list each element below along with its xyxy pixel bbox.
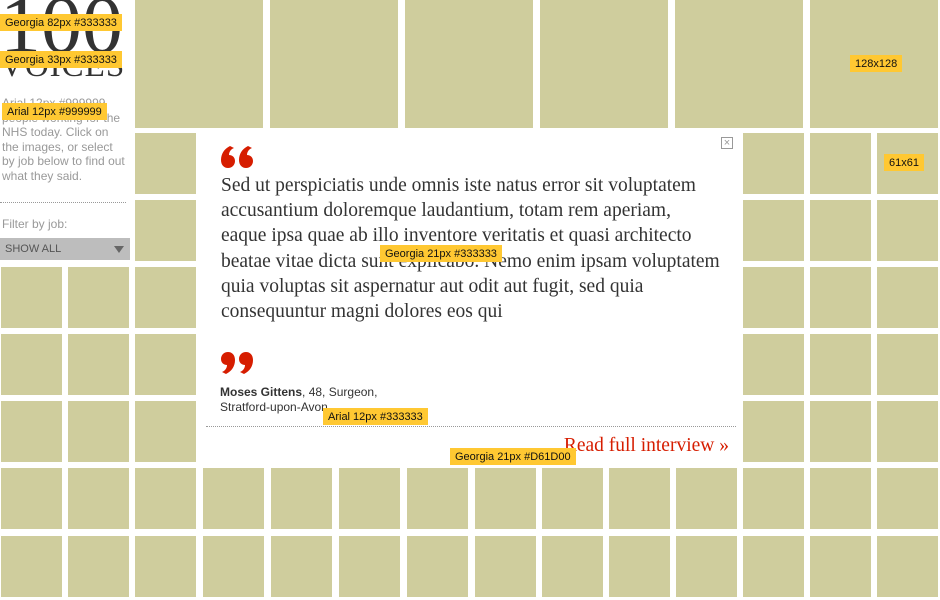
photo-tile[interactable] bbox=[203, 468, 264, 529]
photo-tile[interactable] bbox=[135, 133, 196, 194]
photo-tile[interactable] bbox=[810, 334, 871, 395]
photo-tile[interactable] bbox=[203, 536, 264, 597]
annotation-large-tile: 128x128 bbox=[850, 55, 903, 72]
open-quote-icon bbox=[221, 146, 253, 168]
photo-tile[interactable] bbox=[743, 536, 804, 597]
photo-tile[interactable] bbox=[676, 536, 737, 597]
read-full-interview-link[interactable]: Read full interview » bbox=[564, 435, 729, 457]
read-more-label: Read full interview bbox=[563, 435, 715, 456]
annotation-author: Arial 12px #333333 bbox=[323, 408, 428, 425]
photo-tile[interactable] bbox=[743, 401, 804, 462]
annotation-title-small: Georgia 33px #333333 bbox=[0, 51, 122, 68]
photo-tile[interactable] bbox=[877, 468, 938, 529]
photo-tile[interactable] bbox=[135, 468, 196, 529]
photo-tile[interactable] bbox=[743, 334, 804, 395]
photo-tile[interactable] bbox=[810, 401, 871, 462]
photo-tile[interactable] bbox=[877, 200, 938, 261]
photo-tile[interactable] bbox=[810, 133, 871, 194]
annotation-read-more: Georgia 21px #D61D00 bbox=[450, 448, 576, 465]
annotation-quote-text: Georgia 21px #333333 bbox=[380, 245, 502, 262]
annotation-intro: Arial 12px #999999 bbox=[2, 103, 107, 120]
photo-tile[interactable] bbox=[475, 536, 536, 597]
modal-divider bbox=[206, 426, 736, 427]
photo-tile[interactable] bbox=[68, 536, 129, 597]
photo-tile[interactable] bbox=[542, 468, 603, 529]
photo-tile[interactable] bbox=[1, 536, 62, 597]
photo-tile[interactable] bbox=[877, 334, 938, 395]
filter-label: Filter by job: bbox=[2, 217, 68, 231]
close-icon[interactable]: × bbox=[721, 137, 733, 149]
photo-tile[interactable] bbox=[877, 536, 938, 597]
job-filter-select[interactable]: SHOW ALL bbox=[0, 238, 130, 260]
photo-tile[interactable] bbox=[877, 401, 938, 462]
photo-tile[interactable] bbox=[135, 334, 196, 395]
photo-tile[interactable] bbox=[743, 468, 804, 529]
quote-modal: × Sed ut perspiciatis unde omnis iste na… bbox=[198, 133, 741, 463]
photo-tile[interactable] bbox=[339, 536, 400, 597]
photo-tile[interactable] bbox=[1, 401, 62, 462]
photo-tile[interactable] bbox=[339, 468, 400, 529]
job-filter-value: SHOW ALL bbox=[5, 243, 62, 255]
photo-tile[interactable] bbox=[810, 200, 871, 261]
author-name: Moses Gittens bbox=[220, 385, 303, 399]
photo-tile[interactable] bbox=[676, 468, 737, 529]
photo-tile-large[interactable] bbox=[135, 0, 263, 128]
photo-tile[interactable] bbox=[1, 468, 62, 529]
photo-tile[interactable] bbox=[542, 536, 603, 597]
photo-tile[interactable] bbox=[68, 468, 129, 529]
close-quote-icon bbox=[221, 352, 253, 374]
sidebar-divider bbox=[0, 202, 126, 203]
photo-tile[interactable] bbox=[407, 468, 468, 529]
chevron-down-icon bbox=[114, 246, 124, 253]
photo-tile[interactable] bbox=[135, 536, 196, 597]
author-details: , 48, Surgeon, bbox=[302, 385, 378, 399]
author-location: Stratford-upon-Avon bbox=[220, 399, 328, 414]
photo-tile[interactable] bbox=[135, 401, 196, 462]
photo-tile[interactable] bbox=[68, 267, 129, 328]
photo-tile-large[interactable] bbox=[675, 0, 803, 128]
photo-tile[interactable] bbox=[407, 536, 468, 597]
photo-tile[interactable] bbox=[475, 468, 536, 529]
photo-tile-large[interactable] bbox=[270, 0, 398, 128]
photo-tile[interactable] bbox=[135, 267, 196, 328]
photo-tile[interactable] bbox=[1, 267, 62, 328]
photo-tile[interactable] bbox=[743, 200, 804, 261]
photo-tile[interactable] bbox=[271, 536, 332, 597]
photo-tile-large[interactable] bbox=[405, 0, 533, 128]
photo-tile[interactable] bbox=[810, 468, 871, 529]
photo-tile[interactable] bbox=[1, 334, 62, 395]
photo-tile[interactable] bbox=[877, 267, 938, 328]
photo-tile[interactable] bbox=[135, 200, 196, 261]
photo-tile[interactable] bbox=[68, 334, 129, 395]
photo-tile-large[interactable] bbox=[540, 0, 668, 128]
annotation-small-tile: 61x61 bbox=[884, 154, 924, 171]
photo-tile[interactable] bbox=[743, 133, 804, 194]
sidebar: 100 VOICES Arial 12px #999999 people wor… bbox=[0, 0, 130, 262]
photo-tile[interactable] bbox=[609, 468, 670, 529]
photo-tile[interactable] bbox=[810, 267, 871, 328]
annotation-title-big: Georgia 82px #333333 bbox=[0, 14, 122, 31]
photo-tile[interactable] bbox=[743, 267, 804, 328]
chevron-right-icon: » bbox=[719, 435, 729, 456]
photo-tile[interactable] bbox=[68, 401, 129, 462]
photo-tile[interactable] bbox=[271, 468, 332, 529]
photo-tile[interactable] bbox=[810, 536, 871, 597]
photo-tile[interactable] bbox=[609, 536, 670, 597]
